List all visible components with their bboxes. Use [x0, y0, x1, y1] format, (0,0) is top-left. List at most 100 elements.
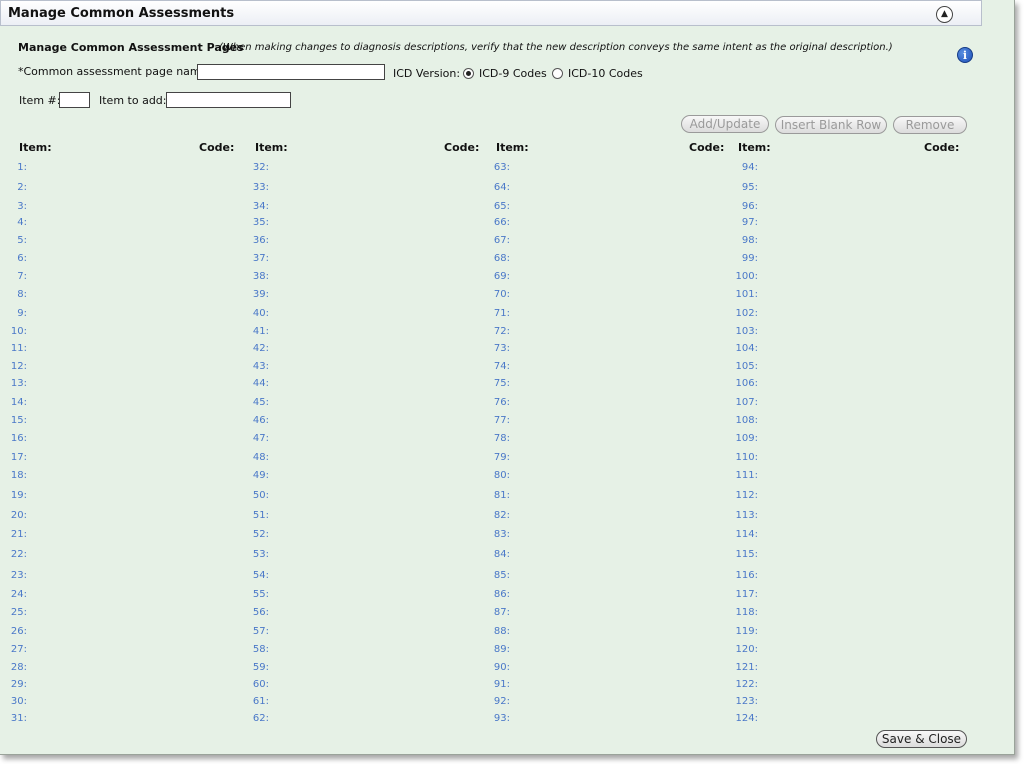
page-name-input[interactable] — [197, 64, 385, 80]
item-row-number: 11: — [10, 343, 27, 354]
item-row-number: 33: — [252, 182, 269, 193]
item-row-number: 71: — [493, 308, 510, 319]
item-row-number: 116: — [735, 570, 758, 581]
item-row-number: 101: — [735, 289, 758, 300]
item-row-number: 54: — [252, 570, 269, 581]
item-row-number: 114: — [735, 529, 758, 540]
item-row-number: 52: — [252, 529, 269, 540]
item-number-label: Item #: — [19, 94, 61, 107]
item-to-add-input[interactable] — [166, 92, 291, 108]
item-row-number: 87: — [493, 607, 510, 618]
save-close-button[interactable]: Save & Close — [876, 730, 967, 748]
item-row-number: 82: — [493, 510, 510, 521]
item-row-number: 31: — [10, 713, 27, 724]
item-row-number: 102: — [735, 308, 758, 319]
window-titlebar: Manage Common Assessments ▲ — [0, 0, 982, 26]
item-row-number: 121: — [735, 662, 758, 673]
add-update-button[interactable]: Add/Update — [681, 115, 769, 133]
item-row-number: 97: — [741, 217, 758, 228]
item-row-number: 48: — [252, 452, 269, 463]
item-row-number: 89: — [493, 644, 510, 655]
item-row-number: 17: — [10, 452, 27, 463]
item-row-number: 5: — [17, 235, 27, 246]
item-row-number: 84: — [493, 549, 510, 560]
item-row-number: 75: — [493, 378, 510, 389]
item-row-number: 94: — [741, 162, 758, 173]
item-row-number: 27: — [10, 644, 27, 655]
item-column-header: Item: — [255, 141, 288, 154]
item-row-number: 81: — [493, 490, 510, 501]
item-row-number: 7: — [17, 271, 27, 282]
item-row-number: 15: — [10, 415, 27, 426]
info-icon[interactable]: i — [957, 47, 973, 63]
item-row-number: 10: — [10, 326, 27, 337]
item-row-number: 51: — [252, 510, 269, 521]
item-row-number: 45: — [252, 397, 269, 408]
item-row-number: 120: — [735, 644, 758, 655]
item-row-number: 104: — [735, 343, 758, 354]
item-row-number: 76: — [493, 397, 510, 408]
item-row-number: 57: — [252, 626, 269, 637]
item-row-number: 42: — [252, 343, 269, 354]
item-row-number: 119: — [735, 626, 758, 637]
item-row-number: 50: — [252, 490, 269, 501]
chevron-up-icon[interactable]: ▲ — [936, 6, 953, 23]
code-column-header: Code: — [689, 141, 725, 154]
item-row-number: 13: — [10, 378, 27, 389]
item-row-number: 122: — [735, 679, 758, 690]
item-column-header: Item: — [19, 141, 52, 154]
item-row-number: 115: — [735, 549, 758, 560]
insert-blank-row-button[interactable]: Insert Blank Row — [775, 116, 887, 134]
manage-assessments-window: Manage Common Assessments ▲ Manage Commo… — [0, 0, 1015, 755]
icd10-radio[interactable] — [552, 68, 563, 79]
item-row-number: 108: — [735, 415, 758, 426]
item-row-number: 20: — [10, 510, 27, 521]
item-row-number: 4: — [17, 217, 27, 228]
item-row-number: 65: — [493, 201, 510, 212]
code-column-header: Code: — [199, 141, 235, 154]
item-row-number: 36: — [252, 235, 269, 246]
item-column-header: Item: — [738, 141, 771, 154]
item-row-number: 78: — [493, 433, 510, 444]
section-title: Manage Common Assessment Pages — [18, 41, 244, 54]
item-row-number: 66: — [493, 217, 510, 228]
item-row-number: 34: — [252, 201, 269, 212]
item-row-number: 56: — [252, 607, 269, 618]
item-row-number: 59: — [252, 662, 269, 673]
item-row-number: 32: — [252, 162, 269, 173]
remove-button[interactable]: Remove — [893, 116, 967, 134]
item-row-number: 46: — [252, 415, 269, 426]
item-row-number: 38: — [252, 271, 269, 282]
code-column-header: Code: — [924, 141, 960, 154]
icd10-label: ICD-10 Codes — [568, 67, 643, 80]
item-row-number: 73: — [493, 343, 510, 354]
item-row-number: 86: — [493, 589, 510, 600]
item-row-number: 9: — [17, 308, 27, 319]
item-row-number: 8: — [17, 289, 27, 300]
item-row-number: 67: — [493, 235, 510, 246]
item-row-number: 18: — [10, 470, 27, 481]
item-row-number: 29: — [10, 679, 27, 690]
item-row-number: 74: — [493, 361, 510, 372]
item-row-number: 14: — [10, 397, 27, 408]
item-row-number: 41: — [252, 326, 269, 337]
item-row-number: 124: — [735, 713, 758, 724]
item-number-input[interactable] — [59, 92, 90, 108]
item-row-number: 106: — [735, 378, 758, 389]
icd9-radio[interactable] — [463, 68, 474, 79]
item-row-number: 107: — [735, 397, 758, 408]
item-row-number: 39: — [252, 289, 269, 300]
item-column-header: Item: — [496, 141, 529, 154]
item-row-number: 47: — [252, 433, 269, 444]
item-row-number: 95: — [741, 182, 758, 193]
item-row-number: 105: — [735, 361, 758, 372]
item-row-number: 77: — [493, 415, 510, 426]
item-row-number: 92: — [493, 696, 510, 707]
item-row-number: 23: — [10, 570, 27, 581]
item-row-number: 28: — [10, 662, 27, 673]
item-row-number: 79: — [493, 452, 510, 463]
item-row-number: 98: — [741, 235, 758, 246]
item-row-number: 35: — [252, 217, 269, 228]
item-row-number: 43: — [252, 361, 269, 372]
item-row-number: 99: — [741, 253, 758, 264]
